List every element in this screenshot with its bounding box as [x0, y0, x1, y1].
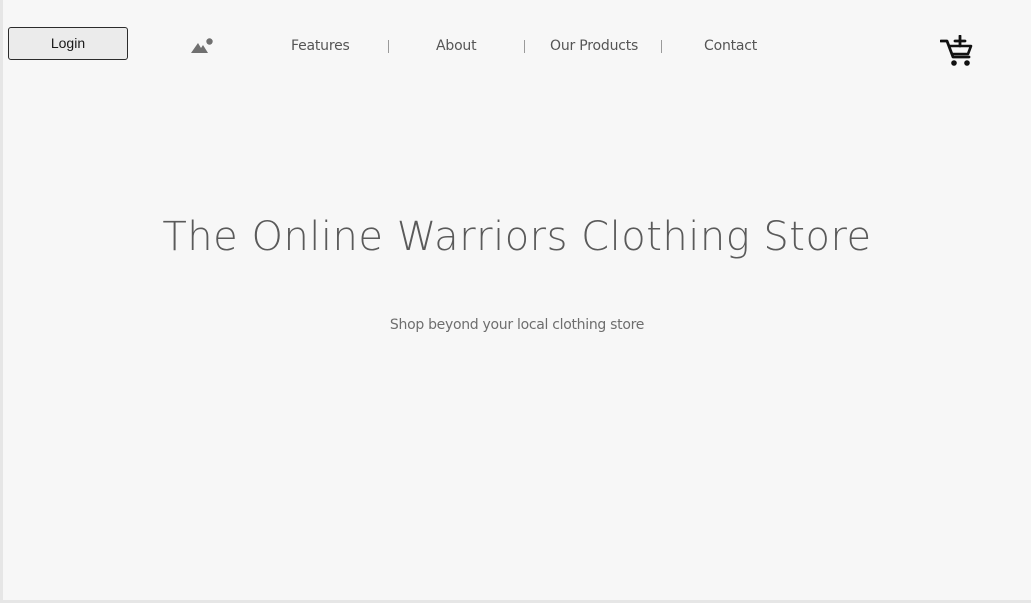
landing-page: Login Features About Our Products Contac…: [0, 0, 1031, 603]
nav-separator: [524, 40, 525, 53]
hero-subtitle: Shop beyond your local clothing store: [389, 317, 645, 333]
nav-item-contact[interactable]: Contact: [704, 38, 757, 58]
add-to-cart-icon[interactable]: [940, 35, 974, 68]
nav-separator: [661, 40, 662, 53]
hero-title: The Online Warriors Clothing Store: [162, 214, 872, 260]
nav-item-features[interactable]: Features: [291, 38, 350, 58]
image-icon: [191, 38, 213, 53]
nav-item-about[interactable]: About: [436, 38, 477, 58]
nav-item-our-products[interactable]: Our Products: [550, 38, 638, 58]
nav-separator: [388, 40, 389, 53]
login-button[interactable]: Login: [8, 27, 128, 60]
